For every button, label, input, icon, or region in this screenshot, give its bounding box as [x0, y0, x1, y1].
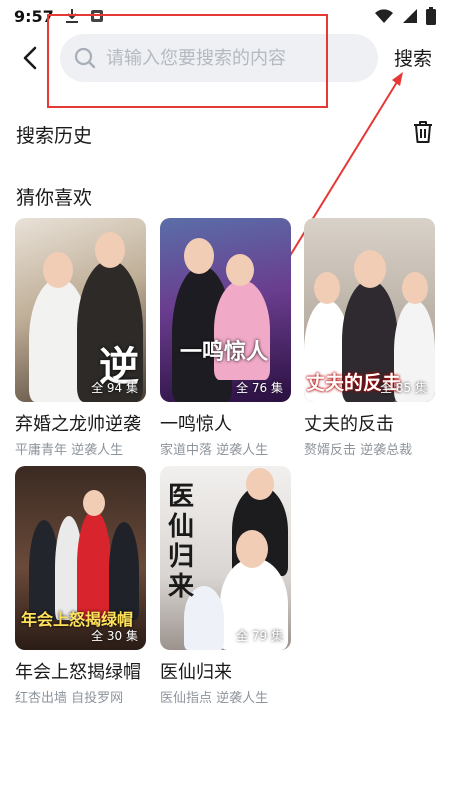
poster-image: 医仙归来 全 79 集	[160, 466, 291, 650]
card-tags: 家道中落 逆袭人生	[160, 443, 269, 458]
search-button[interactable]: 搜索	[394, 44, 432, 71]
status-time: 9:57	[14, 6, 54, 26]
search-icon	[74, 47, 96, 69]
drama-card[interactable]: 逆 全 94 集 弃婚之龙帅逆袭 平庸青年 逆袭人生	[15, 218, 146, 458]
wifi-icon	[375, 9, 393, 23]
poster-image: 逆 全 94 集	[15, 218, 146, 402]
search-box[interactable]	[60, 34, 378, 82]
episode-count: 全 85 集	[380, 381, 427, 395]
card-title: 年会上怒揭绿帽	[15, 662, 141, 683]
poster-image: 丈夫的反击 全 85 集	[304, 218, 435, 402]
recommend-title: 猜你喜欢	[16, 187, 93, 209]
card-tags: 赘婿反击 逆袭总裁	[304, 443, 413, 458]
poster-image: 年会上怒揭绿帽 全 30 集	[15, 466, 146, 650]
card-tags: 平庸青年 逆袭人生	[15, 443, 124, 458]
back-button[interactable]	[14, 42, 46, 74]
episode-count: 全 79 集	[236, 629, 283, 643]
card-tags: 红杏出墙 自投罗网	[15, 691, 124, 706]
poster-image: 一鸣惊人 全 76 集	[160, 218, 291, 402]
battery-icon	[426, 7, 436, 25]
drama-card[interactable]: 年会上怒揭绿帽 全 30 集 年会上怒揭绿帽 红杏出墙 自投罗网	[15, 466, 146, 706]
card-title: 丈夫的反击	[304, 414, 394, 435]
episode-count: 全 76 集	[236, 381, 283, 395]
drama-card[interactable]: 一鸣惊人 全 76 集 一鸣惊人 家道中落 逆袭人生	[160, 218, 291, 458]
poster-title-art: 医仙归来	[168, 482, 195, 602]
search-history-title: 搜索历史	[16, 125, 93, 147]
clear-history-button[interactable]	[412, 120, 436, 146]
status-bar: 9:57	[0, 0, 450, 32]
search-input[interactable]	[106, 47, 378, 69]
trash-icon	[414, 121, 432, 143]
card-title: 弃婚之龙帅逆袭	[15, 414, 141, 435]
download-icon	[65, 9, 78, 23]
drama-card[interactable]: 医仙归来 全 79 集 医仙归来 医仙指点 逆袭人生	[160, 466, 291, 706]
episode-count: 全 94 集	[91, 381, 138, 395]
card-tags: 医仙指点 逆袭人生	[160, 691, 269, 706]
card-title: 医仙归来	[160, 662, 232, 683]
app-notification-icon	[90, 10, 103, 22]
chevron-left-icon	[23, 46, 37, 70]
episode-count: 全 30 集	[91, 629, 138, 643]
card-title: 一鸣惊人	[160, 414, 232, 435]
drama-card[interactable]: 丈夫的反击 全 85 集 丈夫的反击 赘婿反击 逆袭总裁	[304, 218, 435, 458]
signal-icon	[403, 9, 417, 23]
poster-title-art: 一鸣惊人	[180, 340, 269, 365]
